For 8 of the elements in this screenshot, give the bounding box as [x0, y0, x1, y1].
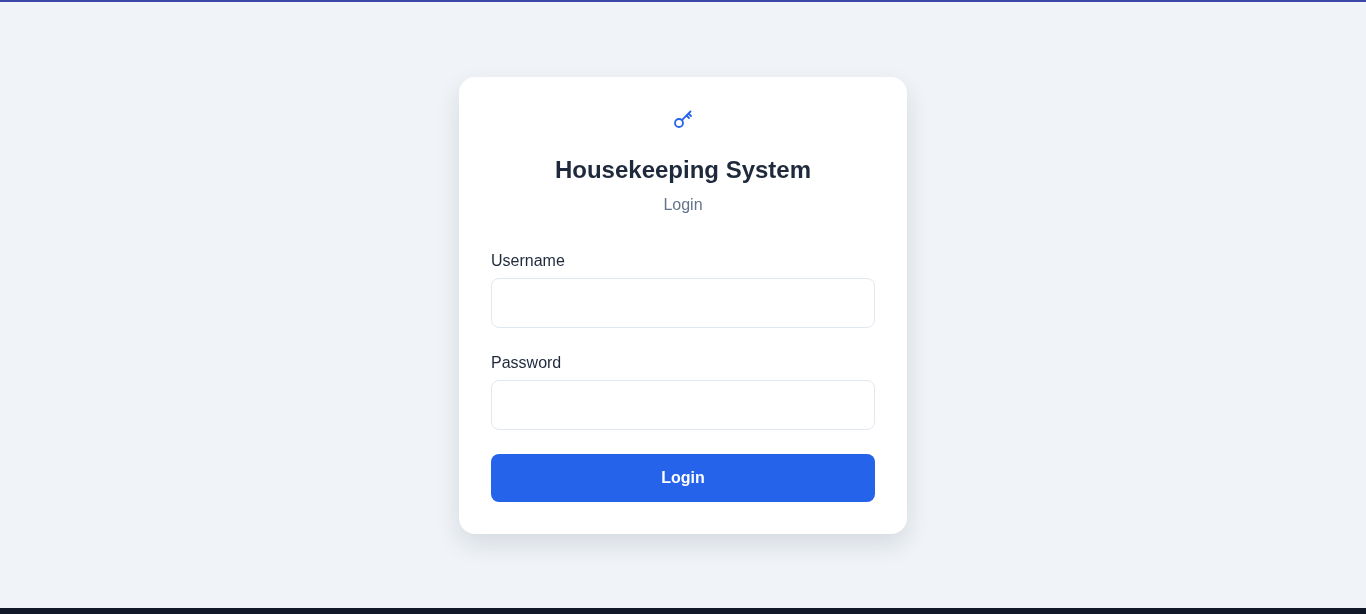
- input-field[interactable]: [491, 379, 875, 430]
- login-button[interactable]: Login: [491, 453, 875, 502]
- field-label: Username: [491, 251, 566, 270]
- login-subtitle: Login: [662, 194, 704, 214]
- app-title: Housekeeping System: [553, 154, 813, 184]
- key-icon: [673, 108, 693, 129]
- field-label: Password: [491, 353, 563, 372]
- input-field[interactable]: [491, 277, 875, 328]
